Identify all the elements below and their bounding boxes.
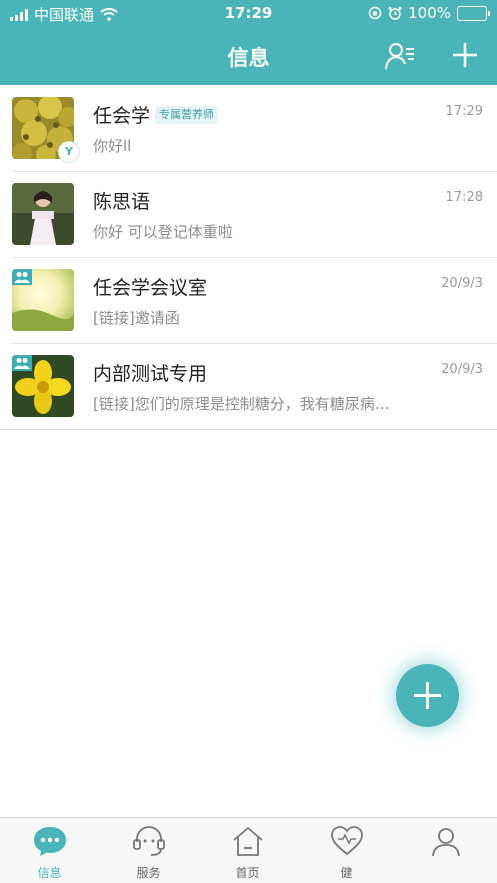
heart-icon <box>331 826 363 856</box>
bottom-tab-bar: 信息 服务 首页 健 <box>0 817 497 883</box>
message-time: 17:29 <box>445 104 483 119</box>
tab-label: 健 <box>340 866 353 880</box>
conversation-list: Y 任会学 专属营养师 你好ll 17:29 陈思语 你好 可以登记体重啦 17… <box>0 85 497 430</box>
message-time: 20/9/3 <box>441 276 483 291</box>
group-icon <box>14 272 30 283</box>
contact-name: 内部测试专用 <box>93 363 208 385</box>
contact-name: 任会学 <box>93 105 151 127</box>
contact-name: 任会学会议室 <box>93 277 208 299</box>
message-preview: [链接]您们的原理是控制糖分，我有糖尿病… <box>93 395 390 413</box>
battery-charging-icon <box>457 5 490 21</box>
tab-home[interactable]: 首页 <box>198 818 297 883</box>
conversation-row-chensiyu[interactable]: 陈思语 你好 可以登记体重啦 17:28 <box>0 171 497 257</box>
home-icon <box>233 826 263 856</box>
compose-fab-button[interactable] <box>396 664 459 727</box>
page-title: 信息 <box>227 46 270 70</box>
alarm-icon <box>388 7 402 20</box>
contacts-icon[interactable] <box>384 40 416 72</box>
tab-service[interactable]: 服务 <box>99 818 198 883</box>
chat-bubble-icon <box>34 827 66 856</box>
contact-name: 陈思语 <box>93 191 151 213</box>
avatar <box>12 269 74 331</box>
headset-icon <box>133 826 165 856</box>
avatar <box>12 355 74 417</box>
status-bar: 中国联通 17:29 100% <box>0 0 497 28</box>
plus-icon <box>414 682 441 709</box>
tab-label: 信息 <box>37 866 62 880</box>
tab-label: 首页 <box>235 866 260 880</box>
conversation-row-internal-test[interactable]: 内部测试专用 [链接]您们的原理是控制糖分，我有糖尿病… 20/9/3 <box>0 343 497 429</box>
rotation-lock-icon <box>368 6 382 20</box>
battery-percent: 100% <box>408 4 451 22</box>
message-preview: 你好ll <box>93 137 132 155</box>
plus-icon[interactable] <box>450 40 480 70</box>
message-preview: 你好 可以登记体重啦 <box>93 223 233 241</box>
tab-profile[interactable] <box>396 818 495 883</box>
conversation-row-meeting-room[interactable]: 任会学会议室 [链接]邀请函 20/9/3 <box>0 257 497 343</box>
tab-label: 服务 <box>136 866 161 880</box>
conversation-row-renhuixue[interactable]: Y 任会学 专属营养师 你好ll 17:29 <box>0 85 497 171</box>
top-bar: 中国联通 17:29 100% 信息 <box>0 0 497 85</box>
avatar <box>12 183 74 245</box>
message-time: 17:28 <box>445 190 483 205</box>
tab-health[interactable]: 健 <box>297 818 396 883</box>
avatar-badge: Y <box>58 141 80 163</box>
message-preview: [链接]邀请函 <box>93 309 180 327</box>
message-time: 20/9/3 <box>441 362 483 377</box>
group-icon <box>14 358 30 369</box>
tab-messages[interactable]: 信息 <box>0 818 99 883</box>
profile-icon <box>432 828 460 857</box>
role-tag: 专属营养师 <box>155 105 219 124</box>
